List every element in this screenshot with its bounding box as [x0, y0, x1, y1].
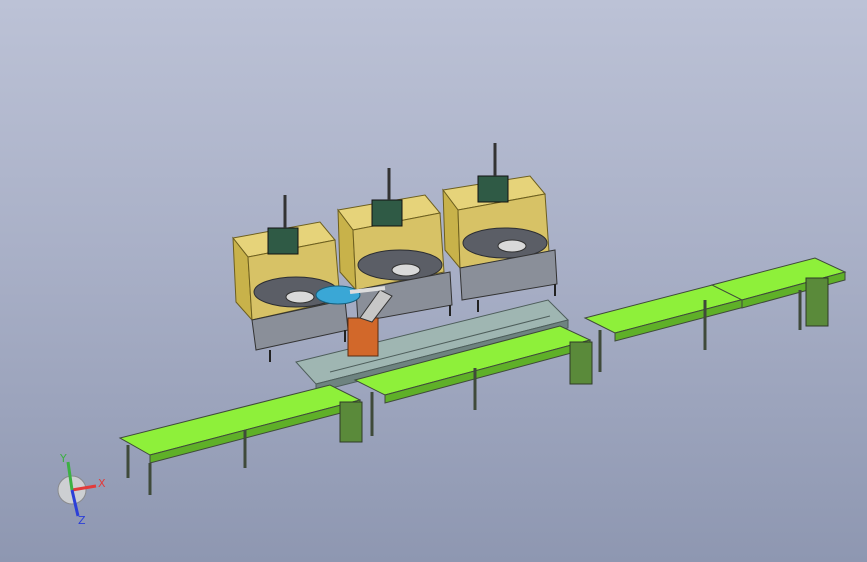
orientation-triad[interactable]: X Y Z	[57, 452, 106, 527]
conveyor-segment-3[interactable]	[583, 282, 754, 372]
gripper-disc	[315, 285, 361, 305]
z-axis-label: Z	[78, 514, 86, 527]
conveyor-segment-4[interactable]	[710, 257, 847, 330]
station-3[interactable]	[442, 143, 558, 312]
station-1[interactable]	[232, 195, 349, 362]
assembly-scene: X Y Z	[57, 143, 847, 527]
x-axis-label: X	[98, 477, 106, 490]
conveyor-segment-1[interactable]	[118, 384, 363, 495]
cad-viewport[interactable]: X Y Z	[0, 0, 867, 562]
y-axis-label: Y	[59, 452, 67, 465]
station-2[interactable]	[337, 168, 453, 334]
